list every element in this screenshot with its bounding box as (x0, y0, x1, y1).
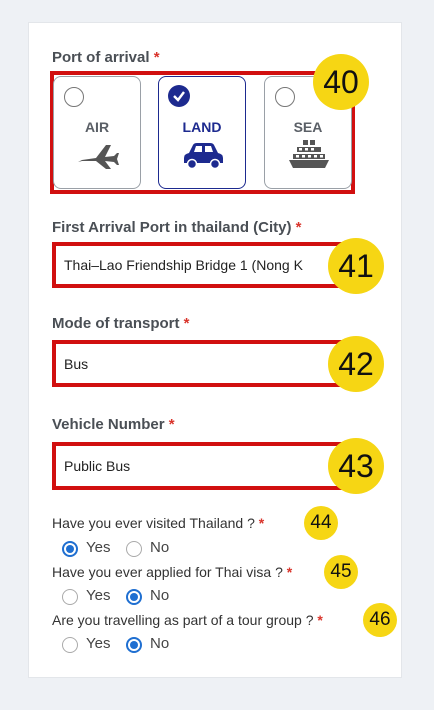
mode-of-transport-label: Mode of transport * (52, 315, 190, 332)
visited-no-radio[interactable] (126, 541, 142, 557)
visited-yes-radio[interactable] (62, 541, 78, 557)
air-label: AIR (84, 119, 110, 135)
required-mark: * (295, 219, 302, 236)
first-arrival-port-label: First Arrival Port in thailand (City) * (52, 219, 302, 236)
port-option-air[interactable]: AIR (53, 76, 141, 189)
sea-label: SEA (293, 119, 323, 135)
question-text: Are you travelling as part of a tour gro… (52, 612, 314, 628)
sea-radio[interactable] (275, 87, 295, 107)
question-tour-group: Are you travelling as part of a tour gro… (52, 612, 323, 628)
visa-no-radio[interactable] (126, 589, 142, 605)
required-mark: * (317, 612, 323, 628)
tour-yes-radio[interactable] (62, 637, 78, 653)
required-mark: * (153, 49, 160, 66)
required-mark: * (183, 315, 190, 332)
annotation-badge-43: 43 (328, 438, 384, 494)
visa-yes-radio[interactable] (62, 589, 78, 605)
car-icon (184, 143, 223, 170)
visa-no-label[interactable]: No (150, 587, 169, 604)
land-label: LAND (182, 119, 222, 135)
visited-no-label[interactable]: No (150, 539, 169, 556)
check-icon[interactable] (168, 85, 190, 107)
port-of-arrival-label: Port of arrival * (52, 49, 160, 66)
port-of-arrival-label-text: Port of arrival (52, 49, 150, 66)
tour-yes-label[interactable]: Yes (86, 635, 110, 652)
vehicle-number-label-text: Vehicle Number (52, 416, 165, 433)
first-arrival-port-field[interactable]: Thai–Lao Friendship Bridge 1 (Nong K (56, 247, 346, 283)
annotation-badge-46: 46 (363, 603, 397, 637)
annotation-badge-45: 45 (324, 555, 358, 589)
mode-of-transport-select[interactable]: Bus (56, 346, 346, 382)
annotation-badge-42: 42 (328, 336, 384, 392)
vehicle-number-field[interactable]: Public Bus (56, 448, 346, 484)
question-text: Have you ever applied for Thai visa ? (52, 564, 283, 580)
mode-of-transport-label-text: Mode of transport (52, 315, 180, 332)
question-applied-visa: Have you ever applied for Thai visa ? * (52, 564, 292, 580)
ship-icon (289, 140, 329, 168)
port-option-land[interactable]: LAND (158, 76, 246, 189)
annotation-badge-44: 44 (304, 506, 338, 540)
visa-yes-label[interactable]: Yes (86, 587, 110, 604)
air-radio[interactable] (64, 87, 84, 107)
question-visited-thailand: Have you ever visited Thailand ? * (52, 515, 264, 531)
vehicle-number-label: Vehicle Number * (52, 416, 175, 433)
airplane-icon (78, 145, 119, 169)
required-mark: * (258, 515, 265, 531)
annotation-badge-41: 41 (328, 238, 384, 294)
visited-yes-label[interactable]: Yes (86, 539, 110, 556)
required-mark: * (286, 564, 293, 580)
tour-no-radio[interactable] (126, 637, 142, 653)
annotation-badge-40: 40 (313, 54, 369, 110)
tour-no-label[interactable]: No (150, 635, 169, 652)
question-text: Have you ever visited Thailand ? (52, 515, 255, 531)
first-arrival-port-label-text: First Arrival Port in thailand (City) (52, 219, 292, 236)
required-mark: * (168, 416, 175, 433)
